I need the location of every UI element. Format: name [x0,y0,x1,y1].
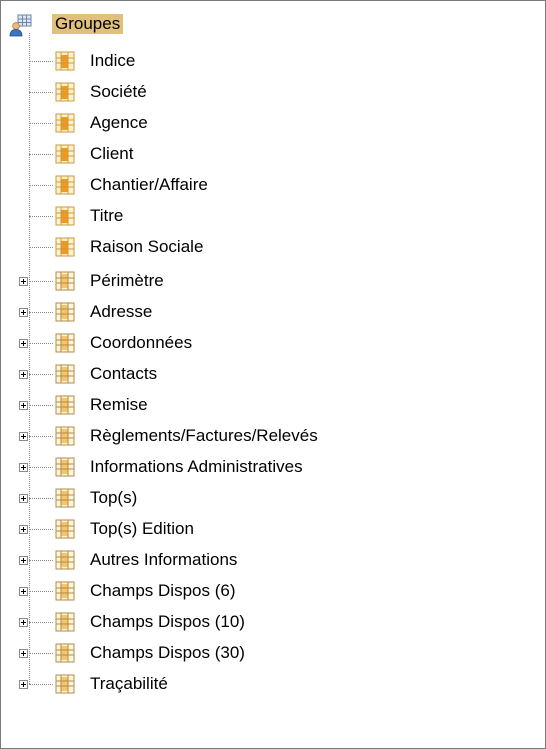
expand-button[interactable] [19,587,28,596]
expand-button[interactable] [19,463,28,472]
group-table-icon [55,581,75,601]
expand-button[interactable] [19,649,28,658]
expand-button[interactable] [19,432,28,441]
expand-button[interactable] [19,339,28,348]
tree-item-label: Top(s) Edition [90,519,194,538]
tree-connector [29,653,53,654]
tree-item-label: Titre [90,206,124,225]
expand-button[interactable] [19,618,28,627]
group-table-icon [55,550,75,570]
tree-item-label: Champs Dispos (6) [90,581,236,600]
tree-connector [29,216,53,217]
group-table-icon [55,457,75,477]
tree-connector [29,529,53,530]
tree-item-label: Contacts [90,364,158,383]
group-table-icon [55,333,75,353]
tree-item-label: Client [90,144,134,163]
tree-connector [29,467,53,468]
tree-root-label: Groupes [52,14,124,34]
expand-button[interactable] [19,494,28,503]
expand-button[interactable] [19,556,28,565]
tree-connector [29,684,53,685]
tree-item-label: Champs Dispos (30) [90,643,245,662]
field-table-icon [55,237,75,257]
tree-vertical-connector [29,33,30,684]
tree-item-label: Agence [90,113,148,132]
tree-connector [29,343,53,344]
expand-button[interactable] [19,370,28,379]
tree-item-label: Top(s) [90,488,138,507]
group-table-icon [55,612,75,632]
tree-connector [29,123,53,124]
tree-connector [29,92,53,93]
field-table-icon [55,206,75,226]
tree-item-label: Raison Sociale [90,237,204,256]
tree-item-label: Coordonnées [90,333,193,352]
tree-item-label: Société [90,82,147,101]
expand-button[interactable] [19,525,28,534]
tree-item-label: Informations Administratives [90,457,303,476]
tree-item-label: Remise [90,395,148,414]
group-table-icon [55,674,75,694]
tree-item-label: Traçabilité [90,674,168,693]
tree-item-label: Chantier/Affaire [90,175,208,194]
expand-button[interactable] [19,277,28,286]
tree-connector [29,185,53,186]
field-table-icon [55,51,75,71]
tree-item-label: Adresse [90,302,153,321]
tree-connector [29,312,53,313]
field-table-icon [55,144,75,164]
group-table-icon [55,519,75,539]
tree-connector [29,622,53,623]
tree-connector [29,247,53,248]
tree-item-label: Indice [90,51,136,70]
group-table-icon [55,426,75,446]
groups-tree-view[interactable]: Groupes Indice Société Agence Client Cha… [0,0,546,749]
group-table-icon [55,364,75,384]
tree-connector [29,405,53,406]
field-table-icon [55,113,75,133]
tree-item-label: Périmètre [90,271,164,290]
tree-connector [29,436,53,437]
expand-button[interactable] [19,308,28,317]
expand-button[interactable] [19,680,28,689]
tree-connector [29,498,53,499]
tree-item-label: Règlements/Factures/Relevés [90,426,318,445]
group-table-icon [55,271,75,291]
tree-connector [29,374,53,375]
field-table-icon [55,82,75,102]
expand-button[interactable] [19,401,28,410]
tree-connector [29,61,53,62]
tree-item-label: Champs Dispos (10) [90,612,245,631]
group-table-icon [55,643,75,663]
tree-item-label: Autres Informations [90,550,238,569]
group-table-icon [55,302,75,322]
tree-connector [29,591,53,592]
tree-connector [29,281,53,282]
tree-connector [29,154,53,155]
group-table-icon [55,395,75,415]
tree-connector [29,560,53,561]
field-table-icon [55,175,75,195]
group-table-icon [55,488,75,508]
